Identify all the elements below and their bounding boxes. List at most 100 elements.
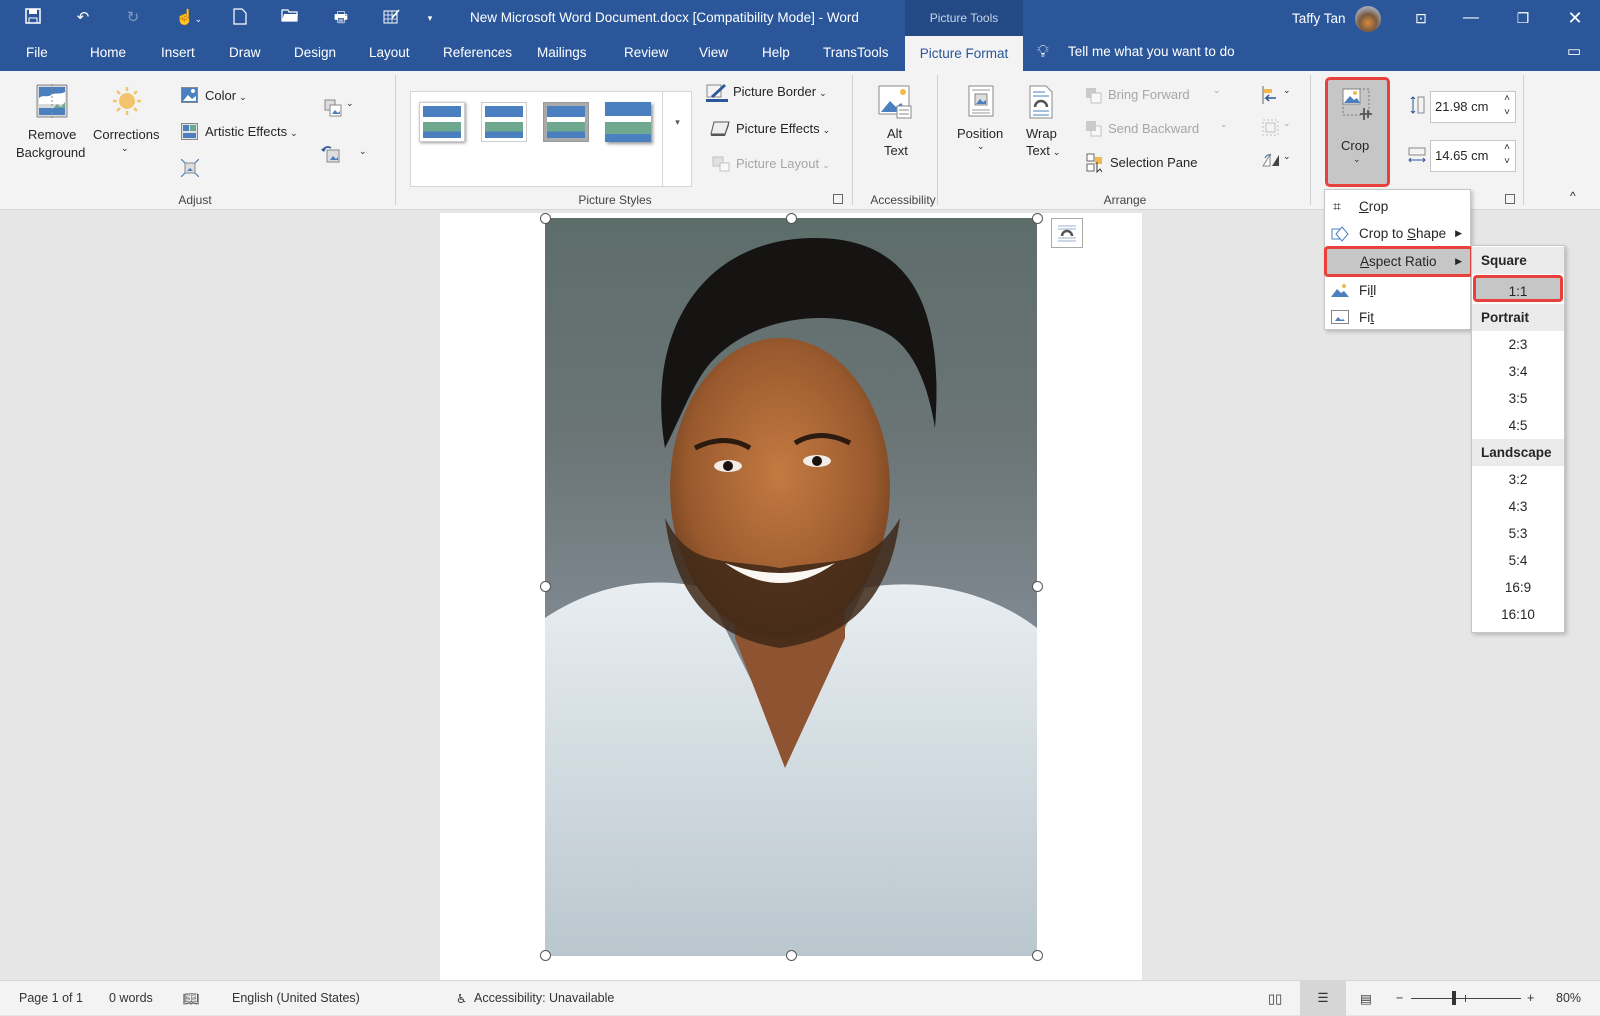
bring-forward-label: Bring Forward [1108, 87, 1190, 102]
resize-handle-top[interactable] [786, 213, 797, 224]
user-name[interactable]: Taffy Tan [1292, 11, 1346, 26]
submenu-arrow-icon: ▶ [1455, 228, 1462, 238]
resize-handle-right[interactable] [1032, 581, 1043, 592]
tab-view[interactable]: View [699, 45, 728, 60]
web-layout-icon[interactable]: ▤ [1360, 991, 1372, 1006]
picture-style-4[interactable] [605, 102, 651, 142]
customize-qat-icon[interactable]: ▾ [420, 8, 440, 28]
size-dialog-launcher-icon[interactable] [1505, 194, 1515, 204]
menu-item-crop-to-shape[interactable]: Crop to Shape ▶ [1325, 220, 1470, 247]
compress-pictures-icon[interactable] [181, 159, 199, 177]
menu-item-aspect-ratio[interactable]: Aspect Ratio ▶ [1324, 246, 1473, 277]
zoom-slider-thumb[interactable] [1451, 991, 1456, 1005]
group-objects-icon [1262, 119, 1279, 136]
aspect-2-3[interactable]: 2:3 [1472, 331, 1564, 358]
aspect-16-10[interactable]: 16:10 [1472, 601, 1564, 628]
selected-picture-portrait[interactable] [545, 218, 1037, 956]
touch-mode-icon[interactable]: ☝⌄ [172, 8, 206, 28]
tab-layout[interactable]: Layout [369, 45, 410, 60]
comments-icon[interactable]: ▭ [1567, 42, 1581, 60]
aspect-1-1[interactable]: 1:1 [1473, 275, 1563, 302]
aspect-4-3[interactable]: 4:3 [1472, 493, 1564, 520]
picture-style-2[interactable] [481, 102, 527, 142]
tell-me-search[interactable]: Tell me what you want to do [1068, 44, 1235, 59]
menu-item-fit[interactable]: Fit [1325, 304, 1470, 331]
shape-height-input[interactable]: 21.98 cm ˄ ˅ [1430, 91, 1516, 123]
selection-pane-label: Selection Pane [1110, 155, 1198, 170]
undo-icon[interactable]: ↶ [73, 8, 93, 28]
accessibility-status[interactable]: Accessibility: Unavailable [474, 991, 614, 1005]
read-mode-icon[interactable]: ▯▯ [1268, 991, 1282, 1007]
language[interactable]: English (United States) [232, 991, 360, 1005]
edit-data-icon[interactable] [381, 8, 401, 28]
aspect-16-9[interactable]: 16:9 [1472, 574, 1564, 601]
height-spin-down-icon[interactable]: ˅ [1504, 98, 1510, 128]
tab-help[interactable]: Help [762, 45, 790, 60]
tab-file[interactable]: File [26, 45, 48, 60]
format-picture-dialog-launcher-icon[interactable] [833, 194, 843, 204]
group-chevron-icon: ⌄ [1283, 118, 1291, 128]
aspect-5-3[interactable]: 5:3 [1472, 520, 1564, 547]
restore-icon[interactable]: ❐ [1500, 0, 1546, 36]
resize-handle-bottom-right[interactable] [1032, 950, 1043, 961]
tab-references[interactable]: References [443, 45, 512, 60]
tab-picture-format[interactable]: Picture Format [905, 36, 1023, 71]
color-text: Color [205, 88, 237, 103]
resize-handle-top-left[interactable] [540, 213, 551, 224]
close-icon[interactable]: ✕ [1552, 0, 1598, 36]
alt-text-icon [878, 85, 912, 119]
menu-item-fit-label: Fit [1359, 310, 1375, 325]
resize-handle-left[interactable] [540, 581, 551, 592]
save-icon[interactable] [23, 8, 43, 28]
word-count[interactable]: 0 words [109, 991, 153, 1005]
tab-insert[interactable]: Insert [161, 45, 195, 60]
crop-icon [1342, 88, 1372, 120]
portrait-photo [545, 238, 1037, 956]
aspect-4-5[interactable]: 4:5 [1472, 412, 1564, 439]
reset-picture-chevron-icon: ⌄ [359, 146, 367, 156]
tab-design[interactable]: Design [294, 45, 336, 60]
shape-width-input[interactable]: 14.65 cm ˄ ˅ [1430, 140, 1516, 172]
open-icon[interactable] [280, 8, 300, 28]
collapse-ribbon-icon[interactable]: ^ [1570, 189, 1576, 203]
menu-item-fill[interactable]: Fill [1325, 277, 1470, 304]
zoom-level[interactable]: 80% [1556, 991, 1581, 1005]
tab-transtools[interactable]: TransTools [823, 45, 889, 60]
new-document-icon[interactable] [230, 8, 250, 28]
print-preview-icon[interactable]: 🖶 [331, 8, 351, 28]
gallery-more-icon[interactable]: ▾ [662, 92, 692, 186]
aspect-3-2[interactable]: 3:2 [1472, 466, 1564, 493]
ribbon-display-options-icon[interactable]: ⊡ [1398, 0, 1444, 36]
corrections-chevron-icon: ⌄ [121, 143, 129, 153]
tab-mailings[interactable]: Mailings [537, 45, 587, 60]
aspect-5-4[interactable]: 5:4 [1472, 547, 1564, 574]
proofing-icon[interactable]: 📖︎ [183, 991, 200, 1007]
picture-style-3[interactable] [543, 102, 589, 142]
width-spin-down-icon[interactable]: ˅ [1504, 147, 1510, 177]
avatar[interactable] [1355, 6, 1381, 32]
menu-item-crop[interactable]: ⌗ Crop [1325, 193, 1470, 220]
crop-button[interactable]: Crop ⌄ [1325, 77, 1390, 187]
picture-style-1[interactable] [419, 102, 465, 142]
rotate-chevron-icon: ⌄ [1283, 151, 1291, 161]
resize-handle-bottom[interactable] [786, 950, 797, 961]
zoom-100-tick [1465, 995, 1466, 1002]
print-layout-icon[interactable]: ☰ [1300, 981, 1346, 1016]
aspect-3-5[interactable]: 3:5 [1472, 385, 1564, 412]
menu-item-aspect-ratio-label: Aspect Ratio [1360, 254, 1437, 269]
tab-draw[interactable]: Draw [229, 45, 261, 60]
resize-handle-top-right[interactable] [1032, 213, 1043, 224]
page-count[interactable]: Page 1 of 1 [19, 991, 83, 1005]
crop-dropdown-menu: ⌗ Crop Crop to Shape ▶ Aspect Ratio ▶ Fi… [1324, 189, 1473, 331]
zoom-in-icon[interactable]: + [1527, 991, 1534, 1005]
aspect-3-4[interactable]: 3:4 [1472, 358, 1564, 385]
zoom-slider-track[interactable] [1411, 998, 1521, 999]
send-backward-chevron-icon: ⌄ [1220, 119, 1228, 129]
minimize-icon[interactable]: — [1448, 0, 1494, 36]
resize-handle-bottom-left[interactable] [540, 950, 551, 961]
zoom-out-icon[interactable]: − [1396, 991, 1403, 1005]
tab-review[interactable]: Review [624, 45, 668, 60]
layout-options-button[interactable] [1051, 218, 1083, 248]
send-backward-icon [1086, 121, 1102, 137]
tab-home[interactable]: Home [90, 45, 126, 60]
